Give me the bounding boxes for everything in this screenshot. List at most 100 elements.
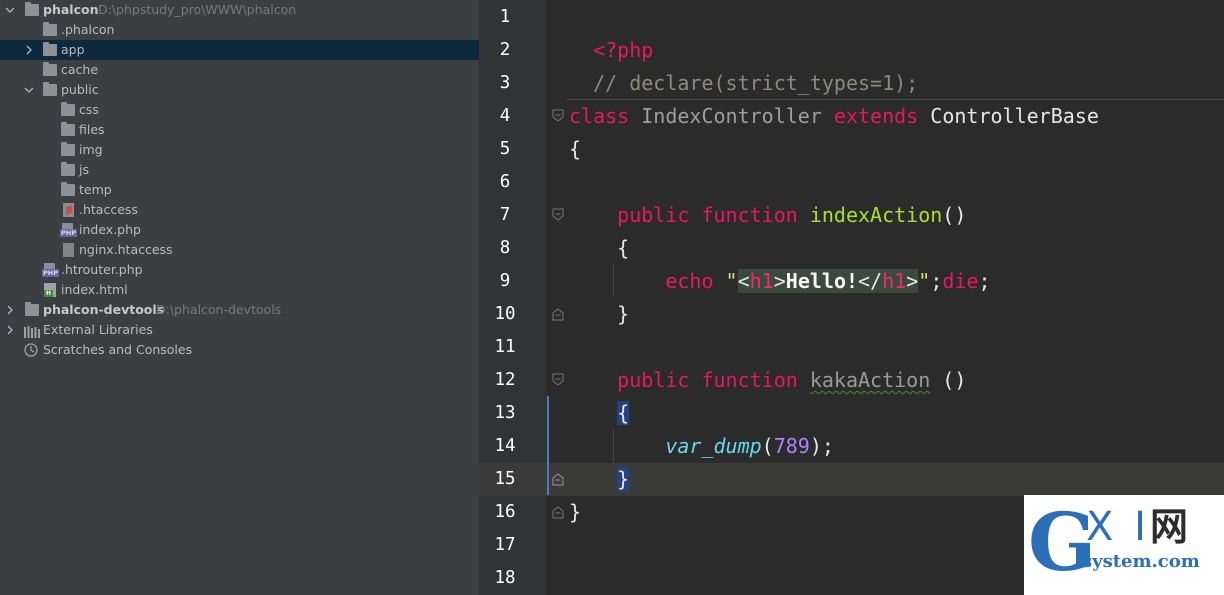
fold-end-marker-icon[interactable]: [552, 306, 564, 321]
keyword-function: function: [701, 203, 798, 227]
folder-icon: [25, 2, 39, 16]
code-line-16[interactable]: }: [569, 496, 581, 529]
class-name: IndexController: [641, 104, 822, 128]
method-name: indexAction: [809, 203, 943, 227]
php-file-icon: PHP: [42, 263, 59, 277]
chevron-down-icon[interactable]: [23, 80, 35, 102]
number-literal: 789: [773, 434, 810, 458]
code-line-10[interactable]: }: [569, 298, 629, 331]
line-number[interactable]: 1: [479, 1, 531, 34]
tree-item-label: phalcon: [43, 2, 99, 17]
line-number[interactable]: 15: [479, 463, 531, 496]
line-number[interactable]: 6: [479, 166, 531, 199]
tree-item-phalcon-devtools[interactable]: phalcon-devtools D:\phalcon-devtools: [0, 300, 479, 320]
open-paren: (: [761, 434, 774, 458]
code-line-8[interactable]: {: [569, 232, 629, 265]
line-number[interactable]: 16: [479, 496, 531, 529]
tree-item-label: cache: [61, 62, 99, 77]
tree-item-label: temp: [79, 182, 112, 197]
line-number[interactable]: 2: [479, 34, 531, 67]
line-number[interactable]: 5: [479, 133, 531, 166]
tree-item-path: D:\phalcon-devtools: [156, 302, 282, 317]
tree-item-label: js: [79, 162, 89, 177]
line-number[interactable]: 14: [479, 430, 531, 463]
fold-end-marker-icon[interactable]: [552, 471, 564, 486]
line-number[interactable]: 7: [479, 199, 531, 232]
chevron-right-icon[interactable]: [4, 300, 16, 322]
line-number[interactable]: 4: [479, 100, 531, 133]
line-number[interactable]: 8: [479, 232, 531, 265]
tree-item-htaccess[interactable]: .htaccess: [0, 200, 479, 220]
tree-item-cache[interactable]: cache: [0, 60, 479, 80]
chevron-down-icon[interactable]: [4, 0, 16, 22]
fold-marker-icon[interactable]: [552, 372, 564, 386]
html-gt: >: [906, 269, 919, 293]
tree-item-app[interactable]: app: [0, 40, 479, 60]
code-line-2[interactable]: // declare(strict_types=1);: [569, 34, 918, 95]
fold-marker-icon[interactable]: [552, 207, 564, 221]
html-fragment: <h1>Hello!</h1>: [737, 269, 919, 293]
comment: // declare(strict_types=1);: [593, 71, 919, 95]
folder-icon: [43, 82, 57, 96]
code-line-13[interactable]: {: [569, 397, 630, 430]
line-number[interactable]: 13: [479, 397, 531, 430]
keyword-class: class: [569, 104, 630, 128]
watermark-logo: G X I 网 system.com: [1024, 495, 1224, 595]
code-line-15[interactable]: }: [569, 463, 630, 496]
tree-item-external-libraries[interactable]: External Libraries: [0, 320, 479, 340]
code-line-5[interactable]: {: [569, 133, 581, 166]
folder-icon: [61, 102, 75, 116]
tree-item-temp[interactable]: temp: [0, 180, 479, 200]
line-number[interactable]: 11: [479, 331, 531, 364]
code-line-4[interactable]: class IndexController extends Controller…: [569, 100, 1099, 133]
tree-item-label: public: [61, 82, 99, 97]
line-number[interactable]: 3: [479, 67, 531, 100]
parens: (): [942, 203, 967, 227]
tree-item-index-html[interactable]: H index.html: [0, 280, 479, 300]
tree-item-scratches[interactable]: Scratches and Consoles: [0, 340, 479, 360]
code-line-7[interactable]: public function indexAction(): [569, 199, 966, 232]
tree-item-phalcon-root[interactable]: phalcon D:\phpstudy_pro\WWW\phalcon: [0, 0, 479, 20]
fold-marker-icon[interactable]: [552, 108, 564, 122]
folder-icon: [61, 142, 75, 156]
tree-item-label: External Libraries: [43, 322, 153, 337]
chevron-right-icon[interactable]: [4, 320, 16, 342]
string-quote: ": [725, 269, 738, 293]
folder-icon: [43, 42, 57, 56]
line-number[interactable]: 18: [479, 562, 531, 595]
string-quote: ": [918, 269, 931, 293]
tree-item-index-php[interactable]: PHP index.php: [0, 220, 479, 240]
tree-item-label: index.php: [79, 222, 141, 237]
code-line-9[interactable]: echo "<h1>Hello!</h1>";die;: [569, 265, 991, 298]
change-marker: [547, 396, 549, 495]
chevron-right-icon[interactable]: [23, 40, 35, 62]
line-number[interactable]: 9: [479, 265, 531, 298]
html-tag-name: h1: [882, 269, 907, 293]
code-line-1[interactable]: <?php: [569, 1, 653, 62]
library-icon: [24, 324, 40, 338]
tree-item-public[interactable]: public: [0, 80, 479, 100]
tree-item-css[interactable]: css: [0, 100, 479, 120]
semicolon: ;: [978, 269, 991, 293]
line-number[interactable]: 10: [479, 298, 531, 331]
fold-end-marker-icon[interactable]: [552, 504, 564, 519]
config-file-icon: [63, 243, 74, 257]
tree-item-nginx-htaccess[interactable]: nginx.htaccess: [0, 240, 479, 260]
tree-item-files[interactable]: files: [0, 120, 479, 140]
tree-item-htrouter-php[interactable]: PHP .htrouter.php: [0, 260, 479, 280]
tree-item-img[interactable]: img: [0, 140, 479, 160]
tree-item-label: phalcon-devtools: [43, 302, 165, 317]
php-file-icon: PHP: [60, 223, 77, 237]
line-number[interactable]: 12: [479, 364, 531, 397]
html-tag-name: h1: [749, 269, 774, 293]
tree-item-label: .phalcon: [61, 22, 115, 37]
code-line-12[interactable]: public function kakaAction (): [569, 364, 966, 397]
code-line-14[interactable]: var_dump(789);: [569, 430, 834, 463]
method-name-unused: kakaAction: [809, 368, 931, 392]
tree-item-label: app: [61, 42, 85, 57]
tree-item-label: css: [79, 102, 99, 117]
keyword-die: die: [942, 269, 979, 293]
tree-item-js[interactable]: js: [0, 160, 479, 180]
line-number[interactable]: 17: [479, 529, 531, 562]
tree-item-dot-phalcon[interactable]: .phalcon: [0, 20, 479, 40]
